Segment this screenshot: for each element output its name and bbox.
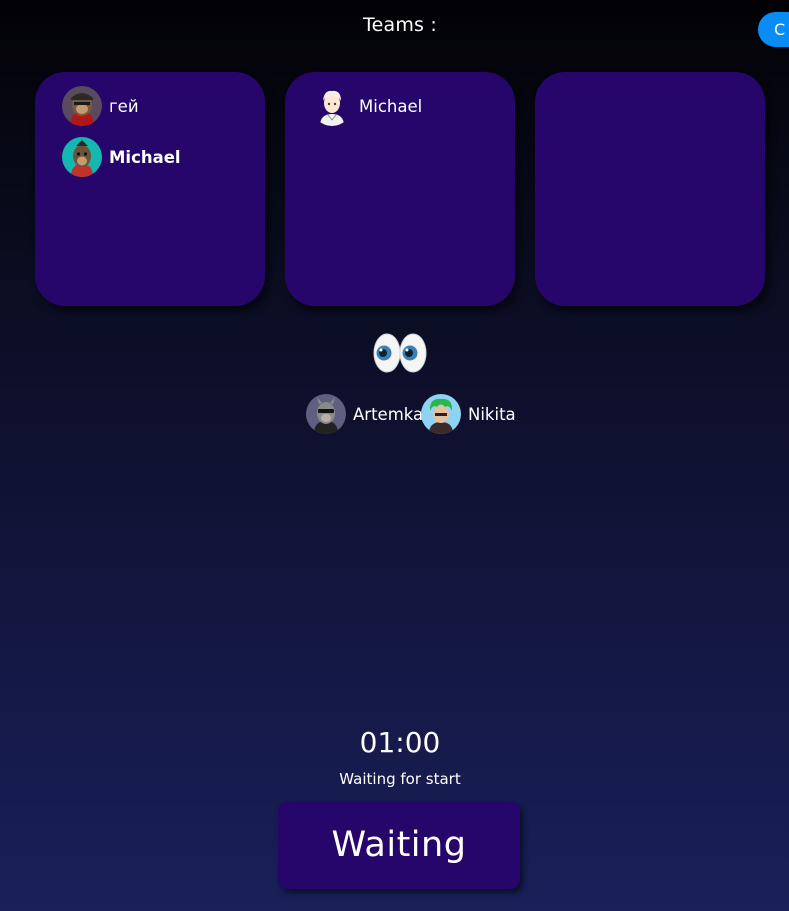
- team-player: Michael: [312, 86, 422, 126]
- player-name: Nikita: [468, 404, 516, 424]
- anime-boy-avatar-icon: [312, 86, 352, 126]
- spectator-player: Nikita: [421, 394, 516, 434]
- timer: 01:00: [359, 726, 441, 759]
- team-card-3[interactable]: [535, 72, 765, 306]
- player-name: Michael: [109, 147, 181, 167]
- status-text: Waiting for start: [339, 770, 461, 788]
- player-name: Michael: [359, 96, 423, 116]
- ape-avatar-teal-icon: [62, 137, 102, 177]
- ape-avatar-gray-icon: [306, 394, 346, 434]
- team-card-1[interactable]: гей Michael: [35, 72, 265, 306]
- page-title: Teams :: [363, 14, 437, 36]
- waiting-button[interactable]: Waiting: [278, 801, 520, 889]
- corner-button[interactable]: C: [758, 12, 789, 47]
- spectator-player: Artemka: [306, 394, 423, 434]
- team-player: Michael: [62, 137, 181, 177]
- player-name: Artemka: [353, 404, 424, 424]
- team-card-2[interactable]: Michael: [285, 72, 515, 306]
- green-hair-avatar-icon: [421, 394, 461, 434]
- team-player: гей: [62, 86, 139, 126]
- player-name: гей: [109, 96, 139, 116]
- eyes-icon: [372, 331, 428, 375]
- ape-avatar-red-icon: [62, 86, 102, 126]
